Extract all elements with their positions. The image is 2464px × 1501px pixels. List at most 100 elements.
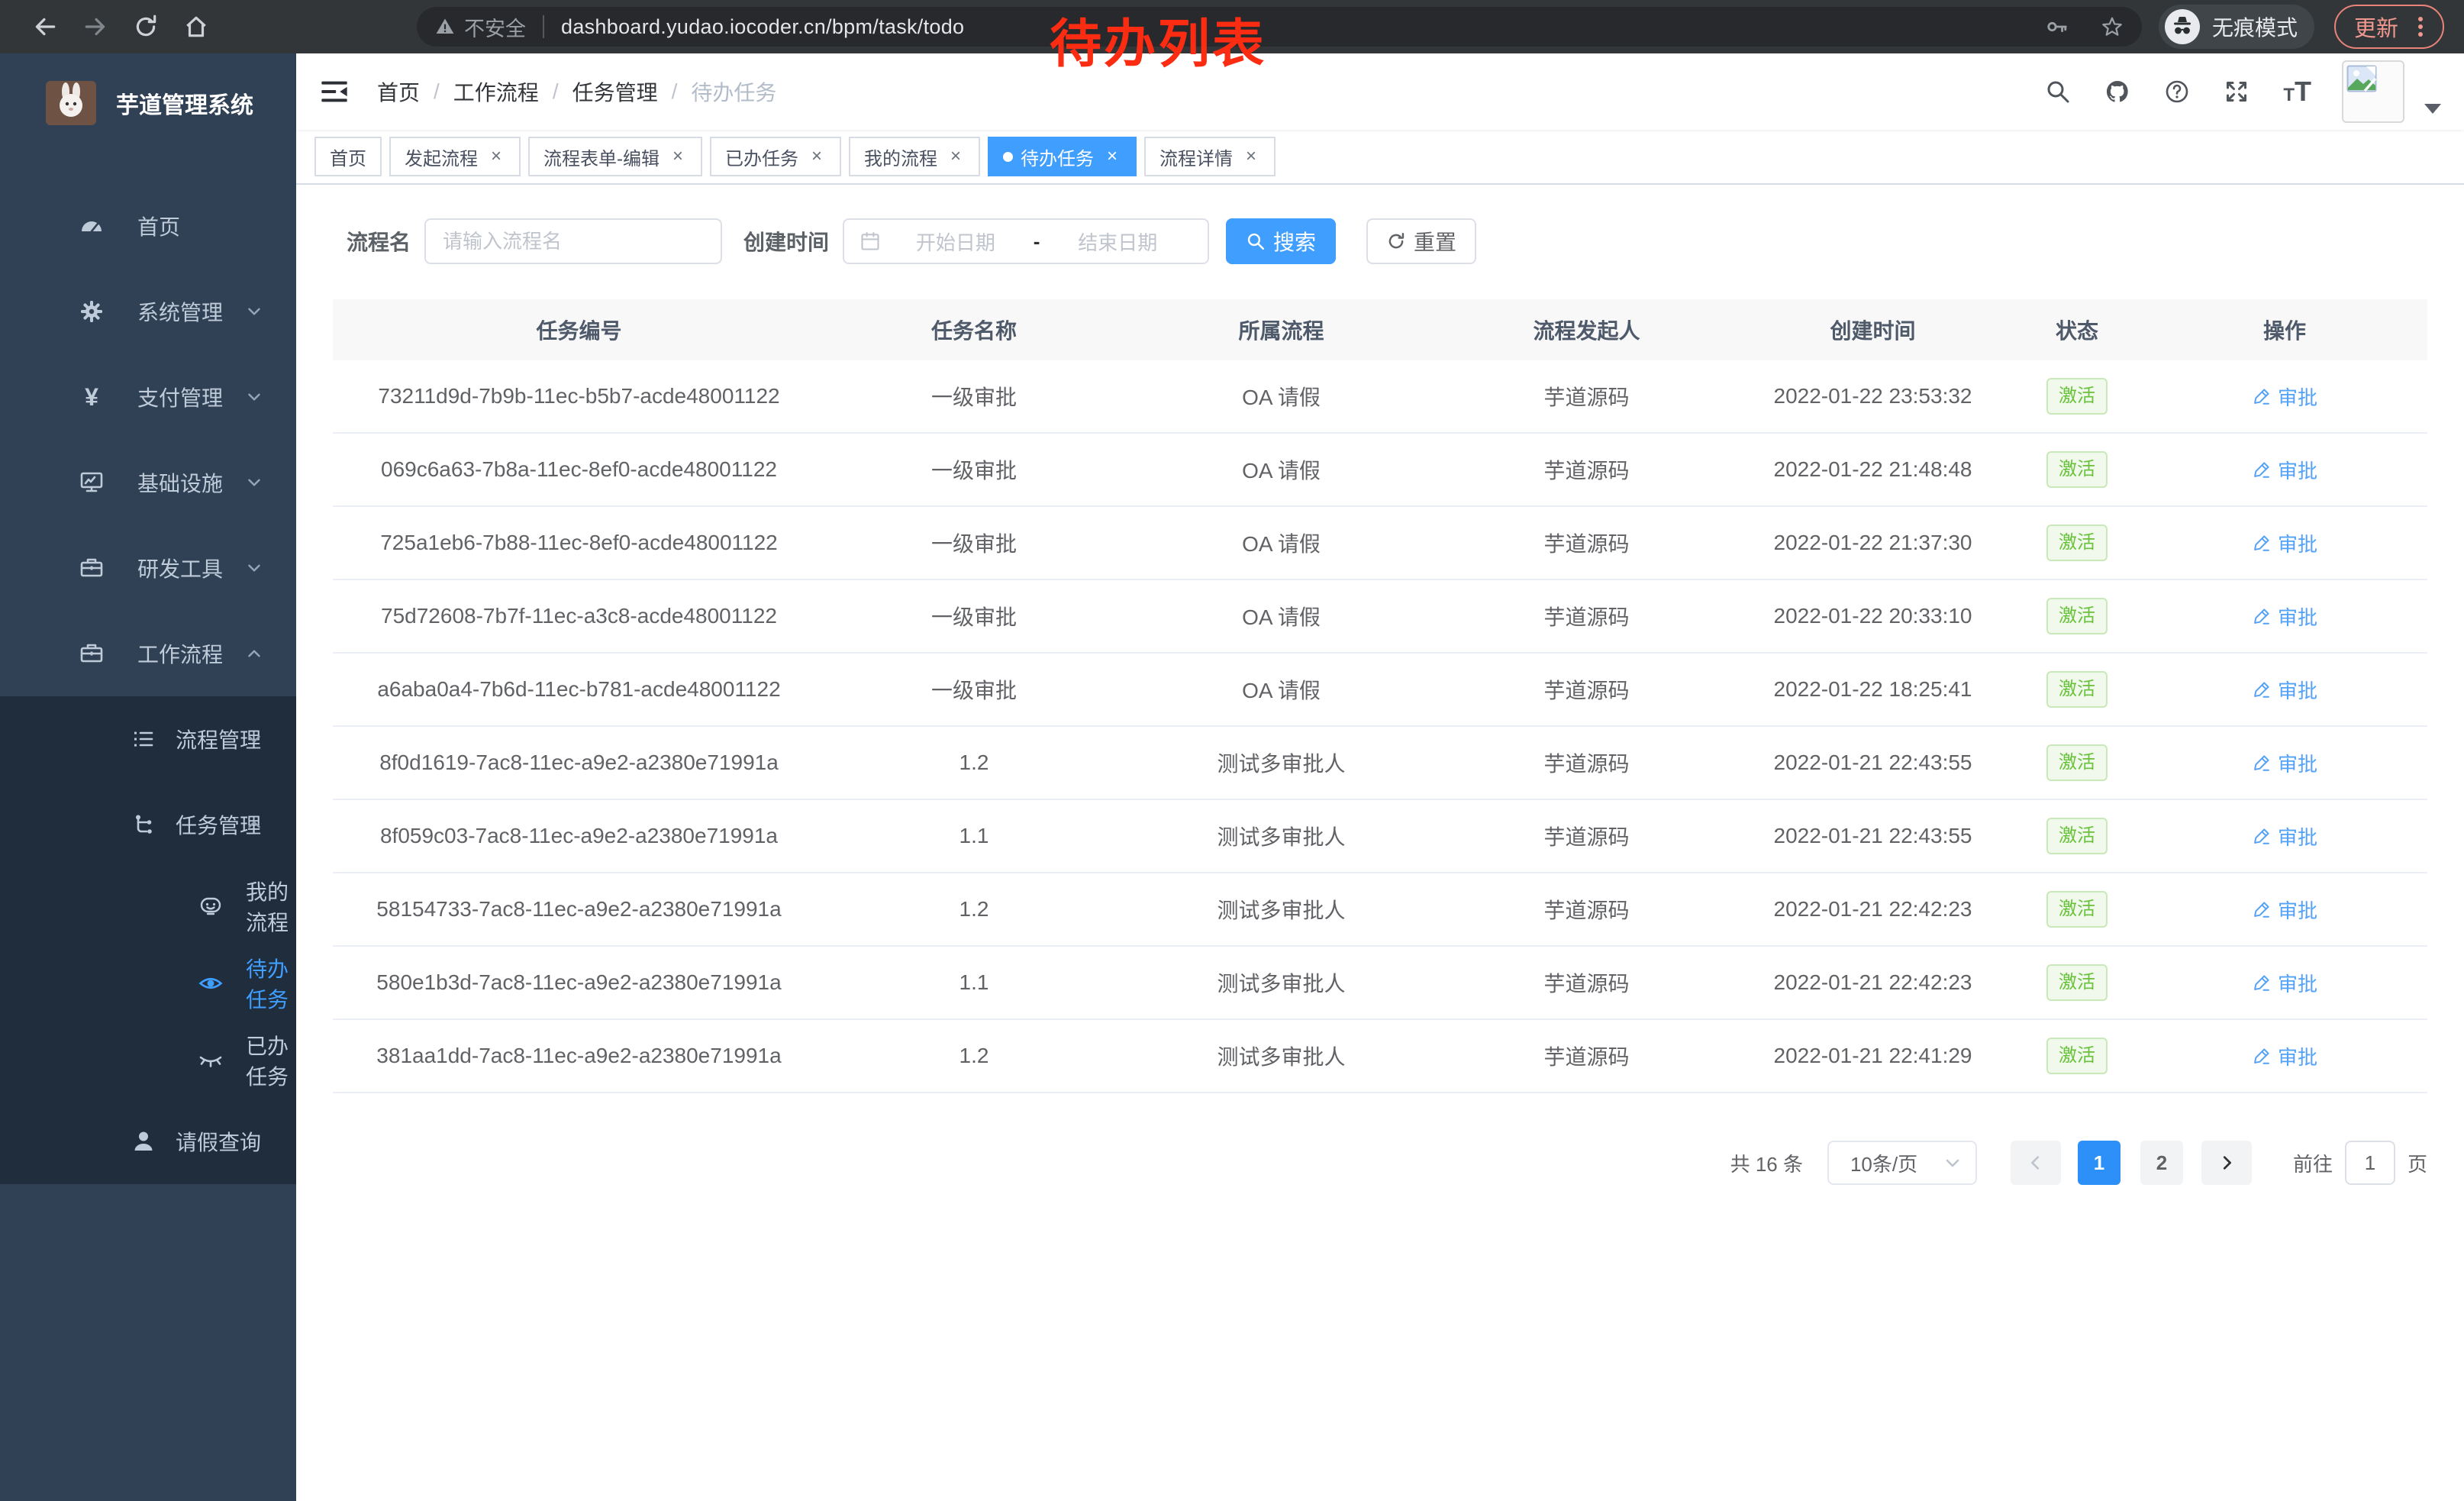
url-text[interactable]: dashboard.yudao.iocoder.cn/bpm/task/todo: [561, 15, 964, 39]
breadcrumb-separator: /: [434, 79, 440, 104]
fullscreen-icon[interactable]: [2224, 79, 2250, 105]
tab-start-process[interactable]: 发起流程: [389, 137, 521, 176]
start-date-placeholder[interactable]: 开始日期: [881, 228, 1030, 256]
home-icon[interactable]: [183, 14, 209, 40]
cell-create-time: 2022-01-21 22:43:55: [1734, 727, 2012, 799]
font-size-icon[interactable]: TT: [2283, 76, 2311, 108]
next-page-button[interactable]: [2201, 1141, 2252, 1185]
user-avatar[interactable]: [2342, 60, 2404, 123]
tab-todo-tasks[interactable]: 待办任务: [988, 137, 1137, 176]
tab-my-process[interactable]: 我的流程: [849, 137, 980, 176]
tab-close-icon[interactable]: [1242, 146, 1260, 167]
tags-view-bar: 首页 发起流程 流程表单-编辑 已办任务 我的流程 待办任务 流程详情: [296, 130, 2464, 185]
table-row: 75d72608-7b7f-11ec-a3c8-acde48001122 一级审…: [333, 580, 2427, 654]
sidebar-item-system[interactable]: 系统管理: [0, 269, 296, 354]
approve-link[interactable]: 审批: [2252, 969, 2317, 997]
sidebar-item-my-process[interactable]: 我的流程: [0, 867, 296, 944]
cell-task-name: 一级审批: [825, 507, 1123, 579]
sidebar-item-dev-tools[interactable]: 研发工具: [0, 525, 296, 611]
url-bar[interactable]: 不安全 dashboard.yudao.iocoder.cn/bpm/task/…: [417, 7, 2142, 47]
task-table: 任务编号 任务名称 所属流程 流程发起人 创建时间 状态 操作 73211d9d…: [333, 299, 2427, 1093]
table-row: 725a1eb6-7b88-11ec-8ef0-acde48001122 一级审…: [333, 507, 2427, 580]
breadcrumb-item[interactable]: 任务管理: [572, 76, 658, 107]
page-number-1[interactable]: 1: [2078, 1141, 2121, 1185]
tab-close-icon[interactable]: [669, 146, 687, 167]
search-button[interactable]: 搜索: [1226, 218, 1336, 264]
breadcrumb-item[interactable]: 首页: [377, 76, 420, 107]
github-icon[interactable]: [2104, 79, 2130, 105]
sidebar-item-task-mgmt[interactable]: 任务管理: [0, 782, 296, 867]
tab-close-icon[interactable]: [947, 146, 965, 167]
security-label[interactable]: 不安全: [464, 12, 526, 42]
page-size-select[interactable]: 10条/页: [1827, 1141, 1977, 1185]
status-badge: 激活: [2046, 964, 2108, 1002]
sidebar-item-workflow[interactable]: 工作流程: [0, 611, 296, 696]
edit-pencil-icon: [2252, 826, 2272, 846]
approve-link[interactable]: 审批: [2252, 896, 2317, 924]
sidebar-item-payment[interactable]: ¥ 支付管理: [0, 354, 296, 440]
cell-starter: 芋道源码: [1440, 434, 1734, 505]
approve-link[interactable]: 审批: [2252, 456, 2317, 484]
sidebar-item-done-tasks[interactable]: 已办任务: [0, 1022, 296, 1099]
smiley-face-icon: [195, 893, 226, 919]
goto-page-input[interactable]: [2345, 1141, 2395, 1185]
key-icon[interactable]: [2046, 15, 2069, 38]
cell-task-id: 75d72608-7b7f-11ec-a3c8-acde48001122: [333, 580, 825, 652]
avatar-caret-icon[interactable]: [2424, 104, 2441, 114]
sidebar-item-process-mgmt[interactable]: 流程管理: [0, 696, 296, 782]
date-range-picker[interactable]: 开始日期 - 结束日期: [843, 218, 1209, 264]
eye-closed-icon: [195, 1047, 226, 1073]
prev-page-button[interactable]: [2011, 1141, 2061, 1185]
approve-link[interactable]: 审批: [2252, 383, 2317, 411]
edit-pencil-icon: [2252, 386, 2272, 406]
back-icon[interactable]: [32, 14, 58, 40]
sidebar-item-home[interactable]: 首页: [0, 183, 296, 269]
browser-menu-kebab-icon[interactable]: [2411, 15, 2430, 38]
help-icon[interactable]: [2164, 79, 2190, 105]
breadcrumb-item[interactable]: 工作流程: [453, 76, 539, 107]
incognito-icon: [2165, 9, 2200, 44]
tab-close-icon[interactable]: [487, 146, 505, 167]
page-number-2[interactable]: 2: [2140, 1141, 2183, 1185]
approve-link[interactable]: 审批: [2252, 822, 2317, 851]
edit-pencil-icon: [2252, 899, 2272, 919]
reset-button[interactable]: 重置: [1366, 218, 1476, 264]
app-logo[interactable]: 芋道管理系统: [0, 53, 296, 153]
tab-home[interactable]: 首页: [314, 137, 382, 176]
tab-process-detail[interactable]: 流程详情: [1144, 137, 1276, 176]
cell-task-id: 725a1eb6-7b88-11ec-8ef0-acde48001122: [333, 507, 825, 579]
forward-icon[interactable]: [82, 14, 108, 40]
sidebar-item-leave-query[interactable]: 请假查询: [0, 1099, 296, 1184]
yen-icon: ¥: [76, 384, 107, 410]
select-chevron-icon: [1943, 1154, 1962, 1172]
cell-process: 测试多审批人: [1123, 947, 1440, 1018]
search-form: 流程名 创建时间 开始日期 - 结束日期 搜索 重置: [333, 218, 2427, 264]
sidebar-item-label: 系统管理: [137, 296, 223, 327]
tab-form-edit[interactable]: 流程表单-编辑: [528, 137, 702, 176]
search-icon: [1246, 231, 1266, 251]
tab-done-tasks[interactable]: 已办任务: [710, 137, 841, 176]
table-row: 58154733-7ac8-11ec-a9e2-a2380e71991a 1.2…: [333, 873, 2427, 947]
table-row: 8f059c03-7ac8-11ec-a9e2-a2380e71991a 1.1…: [333, 800, 2427, 873]
sidebar-item-infrastructure[interactable]: 基础设施: [0, 440, 296, 525]
tab-close-icon[interactable]: [1103, 146, 1121, 167]
cell-task-name: 1.1: [825, 947, 1123, 1018]
end-date-placeholder[interactable]: 结束日期: [1043, 228, 1192, 256]
approve-link[interactable]: 审批: [2252, 529, 2317, 557]
approve-link[interactable]: 审批: [2252, 676, 2317, 704]
approve-link[interactable]: 审批: [2252, 1042, 2317, 1070]
chevron-down-icon: [244, 302, 264, 321]
approve-link[interactable]: 审批: [2252, 602, 2317, 631]
sidebar-collapse-icon[interactable]: [319, 76, 350, 107]
process-name-input[interactable]: [424, 218, 722, 264]
cell-task-name: 一级审批: [825, 580, 1123, 652]
header-search-icon[interactable]: [2045, 79, 2071, 105]
reload-icon[interactable]: [133, 14, 159, 40]
process-name-label: 流程名: [347, 226, 411, 257]
tab-close-icon[interactable]: [808, 146, 826, 167]
sidebar-item-label: 工作流程: [137, 638, 223, 669]
browser-update-button[interactable]: 更新: [2334, 5, 2444, 49]
sidebar-item-todo-tasks[interactable]: 待办任务: [0, 944, 296, 1022]
approve-link[interactable]: 审批: [2252, 749, 2317, 777]
bookmark-star-icon[interactable]: [2101, 15, 2124, 38]
